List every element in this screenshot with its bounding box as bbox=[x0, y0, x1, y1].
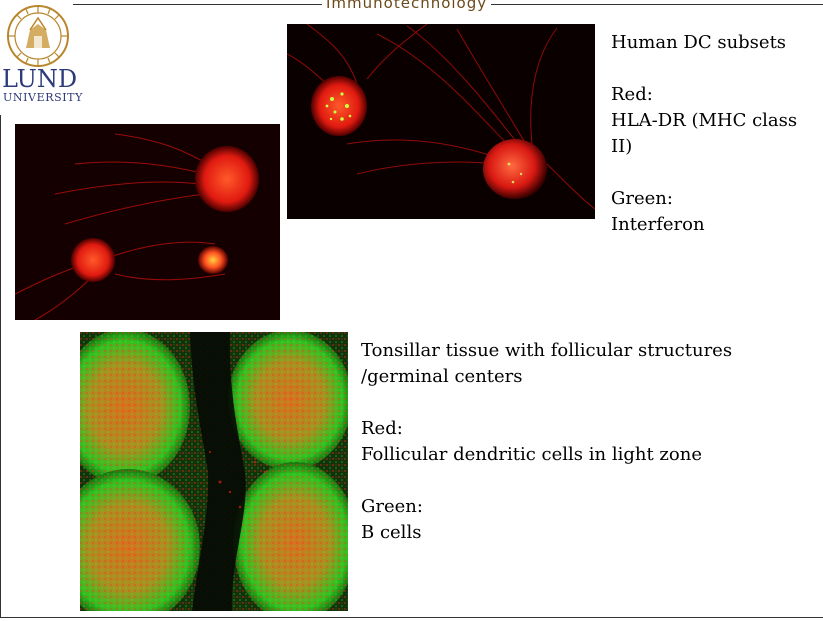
logo-name: LUND bbox=[2, 65, 78, 93]
dc-red-label: Red: bbox=[611, 84, 653, 105]
dc-micrograph-top bbox=[287, 24, 595, 219]
tonsil-red-text: Follicular dendritic cells in light zone bbox=[361, 444, 702, 465]
tonsil-micrograph bbox=[80, 332, 348, 611]
tonsil-green-text: B cells bbox=[361, 522, 422, 543]
dc-caption: Human DC subsets Red: HLA-DR (MHC class … bbox=[611, 30, 823, 238]
dc-micrograph-left bbox=[15, 124, 280, 320]
tonsil-red-label: Red: bbox=[361, 418, 403, 439]
logo-subtitle: UNIVERSITY bbox=[3, 91, 83, 104]
tonsil-caption: Tonsillar tissue with follicular structu… bbox=[361, 338, 781, 546]
university-seal-icon bbox=[7, 5, 69, 67]
header-title: Immunotechnology bbox=[322, 0, 492, 12]
tonsil-caption-title-line2: /germinal centers bbox=[361, 366, 523, 387]
bottom-rule bbox=[0, 617, 823, 618]
tonsil-caption-title-line1: Tonsillar tissue with follicular structu… bbox=[361, 340, 733, 361]
tonsil-green-label: Green: bbox=[361, 496, 423, 517]
dc-green-label: Green: bbox=[611, 188, 673, 209]
left-rule bbox=[0, 115, 1, 617]
dc-caption-title: Human DC subsets bbox=[611, 32, 787, 53]
dc-red-text: HLA-DR (MHC class II) bbox=[611, 110, 798, 157]
lund-university-logo: LUND UNIVERSITY bbox=[2, 4, 82, 104]
dc-green-text: Interferon bbox=[611, 214, 705, 235]
